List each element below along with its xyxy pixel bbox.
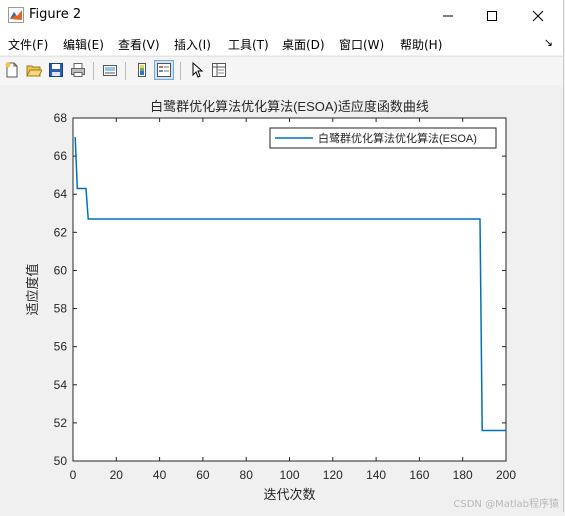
chart-title: 白鹭群优化算法优化算法(ESOA)适应度函数曲线 xyxy=(150,99,429,114)
y-tick-label: 52 xyxy=(54,416,68,430)
x-tick-label: 100 xyxy=(279,468,299,482)
close-button[interactable] xyxy=(515,0,561,31)
x-tick-label: 60 xyxy=(196,468,210,482)
new-figure-icon xyxy=(5,62,18,78)
pointer-icon xyxy=(192,62,204,78)
x-tick-label: 80 xyxy=(240,468,254,482)
y-tick-label: 58 xyxy=(54,302,68,316)
menu-view[interactable]: 查看(V) xyxy=(118,36,160,53)
y-tick-label: 54 xyxy=(54,378,68,392)
x-tick-label: 0 xyxy=(70,468,77,482)
print-button[interactable] xyxy=(68,60,88,80)
menu-file[interactable]: 文件(F) xyxy=(8,36,48,53)
menu-edit[interactable]: 编辑(E) xyxy=(63,36,104,53)
open-file-button[interactable] xyxy=(24,60,44,80)
y-tick-label: 66 xyxy=(54,149,68,163)
maximize-icon xyxy=(487,10,497,21)
y-axis-label: 适应度值 xyxy=(25,263,40,315)
chart-svg[interactable]: 白鹭群优化算法优化算法(ESOA)适应度函数曲线 0 20 40 60 80 100 120 1… xyxy=(0,85,563,512)
minimize-icon xyxy=(443,15,453,16)
legend-button[interactable] xyxy=(154,60,174,80)
toolbar-separator xyxy=(93,62,94,80)
axes-box xyxy=(72,117,507,462)
new-figure-button[interactable] xyxy=(2,60,22,80)
menu-bar: 文件(F) 编辑(E) 查看(V) 插入(I) 工具(T) 桌面(D) 窗口(W… xyxy=(0,31,563,55)
maximize-button[interactable] xyxy=(469,0,515,31)
menu-desktop[interactable]: 桌面(D) xyxy=(282,36,325,53)
title-bar[interactable]: Figure 2 xyxy=(0,0,563,31)
x-tick-label: 200 xyxy=(496,468,516,482)
y-tick-label: 64 xyxy=(54,187,68,201)
window-title: Figure 2 xyxy=(29,7,82,22)
legend-entry: 白鹭群优化算法优化算法(ESOA) xyxy=(318,131,477,145)
link-plot-button[interactable] xyxy=(100,60,120,80)
link-icon xyxy=(103,65,117,76)
matlab-logo-icon xyxy=(8,7,24,23)
menu-window[interactable]: 窗口(W) xyxy=(339,36,384,53)
x-axis-label: 迭代次数 xyxy=(263,487,315,502)
property-editor-button[interactable] xyxy=(209,60,229,80)
open-file-icon xyxy=(26,65,42,77)
menu-insert[interactable]: 插入(I) xyxy=(174,36,211,53)
figure-window: Figure 2 文件(F) 编辑(E) 查看(V) 插入(I) 工具(T) 桌… xyxy=(0,0,564,512)
x-tick-label: 120 xyxy=(323,468,343,482)
minimize-button[interactable] xyxy=(425,0,471,31)
x-tick-label: 180 xyxy=(453,468,473,482)
toolbar xyxy=(0,56,563,86)
toolbar-separator xyxy=(180,62,181,80)
save-icon xyxy=(49,63,63,77)
y-tick-label: 60 xyxy=(54,263,68,277)
y-tick-label: 50 xyxy=(54,454,68,468)
legend-icon xyxy=(157,63,171,77)
y-tick-label: 68 xyxy=(54,111,68,125)
chevron-right-icon[interactable]: ↘ xyxy=(544,36,553,49)
colorbar-button[interactable] xyxy=(132,60,152,80)
x-tick-label: 140 xyxy=(366,468,386,482)
menu-help[interactable]: 帮助(H) xyxy=(400,36,442,53)
x-tick-label: 40 xyxy=(153,468,167,482)
property-editor-icon xyxy=(212,63,226,77)
toolbar-separator xyxy=(125,62,126,80)
y-tick-label: 56 xyxy=(54,340,68,354)
save-button[interactable] xyxy=(46,60,66,80)
x-tick-label: 20 xyxy=(110,468,124,482)
colorbar-icon xyxy=(138,63,146,77)
watermark: CSDN @Matlab程序猿 xyxy=(453,499,559,510)
edit-plot-button[interactable] xyxy=(187,60,207,80)
menu-tools[interactable]: 工具(T) xyxy=(228,36,269,53)
x-tick-label: 160 xyxy=(409,468,429,482)
close-icon xyxy=(532,10,544,21)
figure-canvas: 白鹭群优化算法优化算法(ESOA)适应度函数曲线 0 20 40 60 80 100 120 1… xyxy=(0,85,563,512)
y-tick-label: 62 xyxy=(54,225,68,239)
print-icon xyxy=(71,63,85,77)
